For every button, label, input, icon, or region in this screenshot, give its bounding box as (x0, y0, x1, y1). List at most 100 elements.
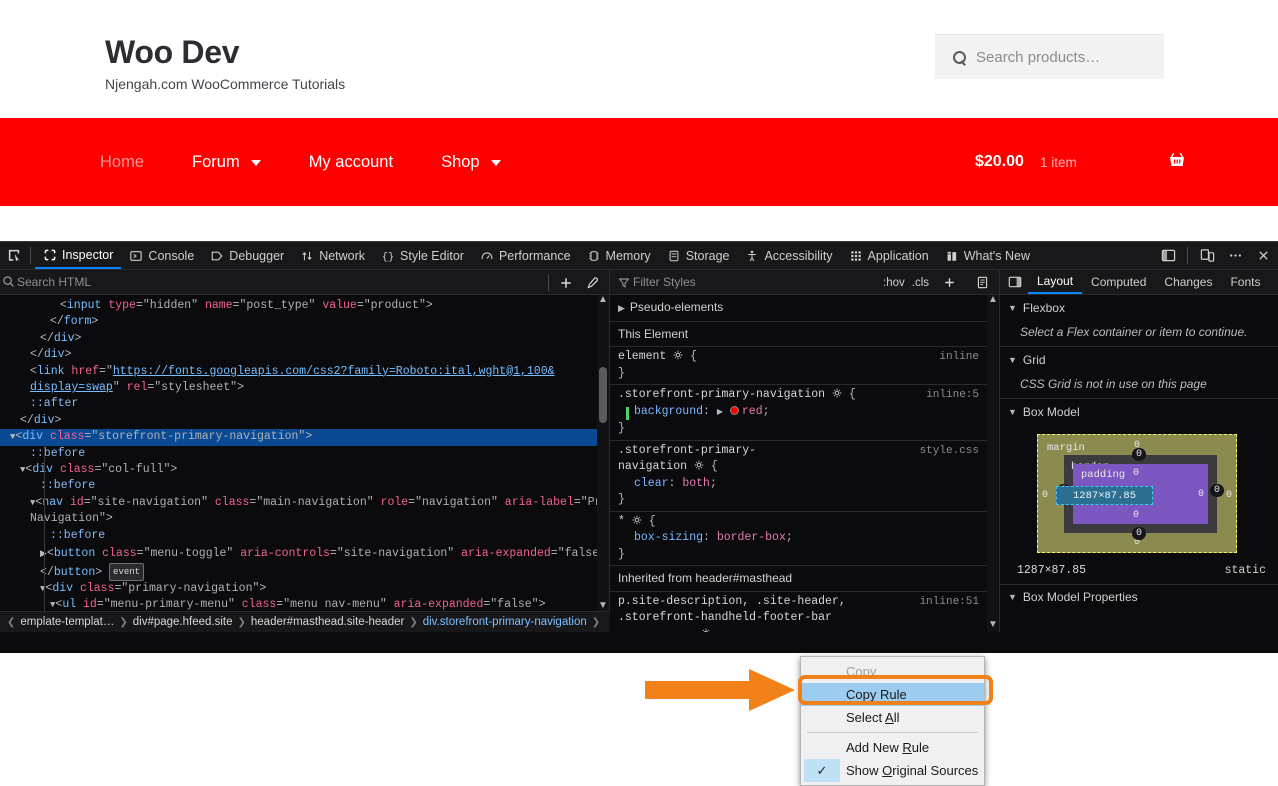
chevron-down-icon[interactable]: ▼ (1008, 303, 1017, 313)
gear-icon[interactable] (673, 350, 683, 360)
breadcrumb-node-1[interactable]: div#page.hfeed.site (133, 616, 233, 628)
css-property-name[interactable]: background (618, 405, 703, 418)
chevron-down-icon[interactable]: ▼ (1008, 592, 1017, 602)
html-search-bar[interactable]: Search HTML (0, 270, 609, 295)
nav-item-my-account[interactable]: My account (309, 153, 393, 172)
chevron-down-icon[interactable] (250, 160, 261, 166)
tab-storage[interactable]: Storage (659, 242, 738, 269)
pseudo-class-toggle[interactable]: :hov (883, 277, 905, 289)
nav-item-shop[interactable]: Shop (441, 153, 501, 172)
dom-node[interactable]: ▼<ul id="menu-primary-menu" class="menu … (0, 597, 597, 611)
nav-item-home[interactable]: Home (100, 153, 144, 172)
checkmark-icon[interactable]: ✓ (804, 759, 840, 782)
chevron-right-icon[interactable]: ▶ (618, 300, 625, 317)
dom-tree[interactable]: <input type="hidden" name="post_type" va… (0, 295, 597, 611)
dom-node[interactable]: ::before (0, 446, 597, 462)
rule-source[interactable]: inline:5 (926, 387, 979, 404)
tab-debugger[interactable]: Debugger (202, 242, 292, 269)
eyedropper-icon[interactable] (579, 271, 605, 295)
tab-network[interactable]: Network (292, 242, 373, 269)
tab-style-editor[interactable]: {} Style Editor (373, 242, 472, 269)
dom-node[interactable]: ::after (0, 396, 597, 412)
chevron-down-icon[interactable]: ▼ (1008, 407, 1017, 417)
grid-section-header[interactable]: ▼ Grid (1000, 347, 1278, 372)
basket-icon[interactable] (1167, 150, 1187, 174)
css-property-value[interactable]: both (682, 477, 710, 490)
tab-console[interactable]: Console (121, 242, 202, 269)
css-rule-element[interactable]: inline element { } (610, 347, 987, 385)
cart-contents[interactable]: $20.00 1 item (948, 118, 1278, 206)
padding-top-value[interactable]: 0 (1133, 468, 1139, 479)
context-menu-item-add-new-rule[interactable]: Add New Rule (801, 736, 984, 759)
chevron-down-icon[interactable] (490, 160, 501, 166)
margin-left-value[interactable]: 0 (1042, 490, 1048, 501)
dom-node[interactable]: </form> (0, 314, 597, 330)
close-devtools-icon[interactable] (1250, 244, 1276, 268)
css-rule-universal[interactable]: * { box-sizing: border-box; } (610, 512, 987, 566)
css-rule-storefront-primary-navigation-stylesheet[interactable]: style.css .storefront-primary- navigatio… (610, 441, 987, 512)
tab-computed[interactable]: Computed (1082, 270, 1155, 294)
search-input-placeholder[interactable]: Search products… (976, 49, 1100, 66)
rule-source[interactable]: inline (939, 349, 979, 366)
dom-node[interactable]: </button> event (0, 562, 597, 581)
border-right-value[interactable]: 0 (1209, 484, 1224, 497)
context-menu-item-copy-rule[interactable]: Copy Rule (801, 683, 984, 706)
css-rules-list[interactable]: ▶ Pseudo-elements This Element inline ele… (610, 295, 987, 632)
dom-node[interactable]: </div> (0, 331, 597, 347)
gear-icon[interactable] (832, 388, 842, 398)
markup-scrollbar[interactable]: ▲ ▼ (597, 294, 609, 611)
dom-node[interactable]: ::before (0, 528, 597, 544)
margin-right-value[interactable]: 0 (1226, 490, 1232, 501)
css-property-value[interactable]: red (742, 405, 763, 418)
gear-icon[interactable] (701, 628, 711, 632)
create-new-node-icon[interactable] (553, 271, 579, 295)
box-model-diagram[interactable]: margin 0 0 0 0 border 0 0 0 0 paddin (1000, 424, 1278, 562)
dom-node[interactable]: display=swap" rel="stylesheet"> (0, 380, 597, 396)
breadcrumb-node-3[interactable]: div.storefront-primary-navigation (423, 616, 587, 628)
rule-selector[interactable]: element (618, 350, 666, 363)
rule-source[interactable]: style.css (920, 443, 979, 460)
breadcrumb-scroll-right-icon[interactable]: ❯ (592, 617, 600, 628)
rule-selector[interactable]: * (618, 515, 625, 528)
pseudo-elements-section[interactable]: ▶ Pseudo-elements (610, 295, 987, 322)
dom-node[interactable]: </div> (0, 413, 597, 429)
dom-node[interactable]: ::before (0, 478, 597, 494)
scroll-up-icon[interactable]: ▲ (598, 294, 608, 305)
gear-icon[interactable] (694, 460, 704, 470)
context-menu[interactable]: Copy Copy Rule Select All Add New Rule ✓… (800, 656, 985, 786)
box-model-content-size[interactable]: 1287×87.85 (1056, 486, 1153, 505)
toggle-sidebar-icon[interactable] (1002, 270, 1028, 294)
box-model-section-header[interactable]: ▼ Box Model (1000, 399, 1278, 424)
color-swatch[interactable] (729, 405, 739, 415)
html-search-placeholder[interactable]: Search HTML (17, 275, 91, 289)
border-top-value[interactable]: 0 (1132, 448, 1147, 461)
flexbox-section-header[interactable]: ▼ Flexbox (1000, 295, 1278, 320)
breadcrumb-node-0[interactable]: emplate-templat… (20, 616, 114, 628)
css-property-name[interactable]: box-sizing (618, 531, 703, 544)
tab-application[interactable]: Application (841, 242, 937, 269)
css-property-value[interactable]: border-box (717, 531, 786, 544)
tab-performance[interactable]: Performance (472, 242, 579, 269)
dom-breadcrumb-bar[interactable]: ❮ emplate-templat… ❯ div#page.hfeed.site… (0, 611, 610, 632)
tab-inspector[interactable]: Inspector (35, 242, 122, 269)
dom-node[interactable]: ▼<div class="primary-navigation"> (0, 581, 597, 597)
rule-selector[interactable]: p.site-description, .site-header, .store… (618, 595, 853, 625)
padding-right-value[interactable]: 0 (1198, 489, 1204, 500)
element-picker-icon[interactable] (2, 244, 26, 268)
scroll-down-icon[interactable]: ▼ (598, 600, 608, 611)
context-menu-item-select-all[interactable]: Select All (801, 706, 984, 729)
tab-layout[interactable]: Layout (1028, 270, 1083, 294)
css-rule-site-description-inherited[interactable]: inline:51 p.site-description, .site-head… (610, 592, 987, 632)
css-rule-storefront-primary-navigation-inline[interactable]: inline:5 .storefront-primary-navigation … (610, 385, 987, 441)
box-model-properties-header[interactable]: ▼ Box Model Properties (1000, 584, 1278, 609)
dom-node-selected[interactable]: ▼<div class="storefront-primary-navigati… (0, 429, 597, 446)
scroll-up-icon[interactable]: ▲ (988, 294, 998, 305)
breadcrumb-scroll-left-icon[interactable]: ❮ (7, 617, 15, 628)
dom-node[interactable]: ▼<nav id="site-navigation" class="main-n… (0, 495, 597, 511)
responsive-design-mode-icon[interactable] (1194, 244, 1220, 268)
dom-node[interactable]: <link href="https://fonts.googleapis.com… (0, 364, 597, 380)
add-rule-icon[interactable] (936, 271, 962, 295)
class-toggle[interactable]: .cls (912, 277, 929, 289)
product-search-box[interactable]: Search products… (935, 34, 1164, 79)
dom-node[interactable]: <input type="hidden" name="post_type" va… (0, 298, 597, 314)
